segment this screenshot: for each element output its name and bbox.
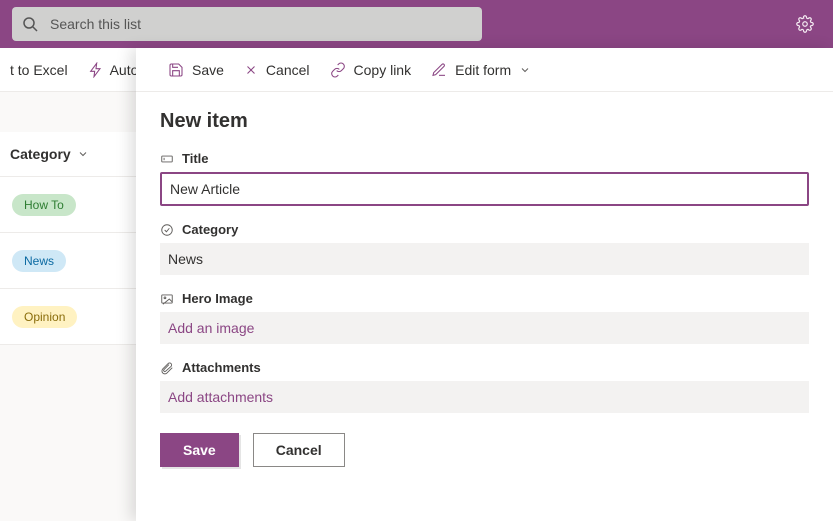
add-attachments-link[interactable]: Add attachments	[160, 381, 809, 413]
panel-buttons: Save Cancel	[160, 433, 809, 467]
field-label-text: Attachments	[182, 360, 261, 375]
save-command[interactable]: Save	[164, 58, 228, 82]
field-label: Hero Image	[160, 291, 809, 306]
category-value[interactable]: News	[160, 243, 809, 275]
image-icon	[160, 292, 174, 306]
export-excel-button[interactable]: t to Excel	[4, 48, 74, 91]
gear-icon	[796, 15, 814, 33]
field-title: Title	[160, 151, 809, 206]
field-label: Title	[160, 151, 809, 166]
toolbar-label: t to Excel	[10, 62, 68, 78]
chevron-down-icon	[519, 64, 531, 76]
cancel-command[interactable]: Cancel	[240, 58, 314, 82]
text-field-icon	[160, 152, 174, 166]
search-box[interactable]	[12, 7, 482, 41]
panel-body: New item Title Category News Hero Image …	[136, 92, 833, 485]
field-attachments: Attachments Add attachments	[160, 360, 809, 413]
automate-button[interactable]: Auto	[82, 48, 145, 91]
category-pill: How To	[12, 194, 76, 216]
save-button[interactable]: Save	[160, 433, 239, 467]
copy-link-command[interactable]: Copy link	[326, 58, 416, 82]
panel-title: New item	[160, 110, 809, 133]
top-bar	[0, 0, 833, 48]
column-header-label: Category	[10, 146, 71, 162]
command-label: Save	[192, 62, 224, 78]
toolbar-label: Auto	[110, 62, 139, 78]
settings-button[interactable]	[789, 8, 821, 40]
add-image-link[interactable]: Add an image	[160, 312, 809, 344]
field-label: Category	[160, 222, 809, 237]
command-label: Cancel	[266, 62, 310, 78]
search-input[interactable]	[48, 15, 472, 33]
automate-icon	[88, 62, 104, 78]
edit-form-command[interactable]: Edit form	[427, 58, 535, 82]
link-icon	[330, 62, 346, 78]
field-label-text: Hero Image	[182, 291, 253, 306]
category-pill: Opinion	[12, 306, 77, 328]
command-label: Edit form	[455, 62, 511, 78]
save-icon	[168, 62, 184, 78]
panel-toolbar: Save Cancel Copy link Edit form	[136, 48, 833, 92]
new-item-panel: Save Cancel Copy link Edit form New item	[136, 48, 833, 521]
close-icon	[244, 63, 258, 77]
choice-icon	[160, 223, 174, 237]
command-label: Copy link	[354, 62, 412, 78]
field-label-text: Category	[182, 222, 238, 237]
chevron-down-icon	[77, 148, 89, 160]
category-pill: News	[12, 250, 66, 272]
cancel-button[interactable]: Cancel	[253, 433, 345, 467]
field-label-text: Title	[182, 151, 209, 166]
field-label: Attachments	[160, 360, 809, 375]
field-hero-image: Hero Image Add an image	[160, 291, 809, 344]
field-category: Category News	[160, 222, 809, 275]
edit-icon	[431, 62, 447, 78]
search-icon	[22, 16, 38, 32]
attachment-icon	[160, 361, 174, 375]
title-input[interactable]	[160, 172, 809, 206]
